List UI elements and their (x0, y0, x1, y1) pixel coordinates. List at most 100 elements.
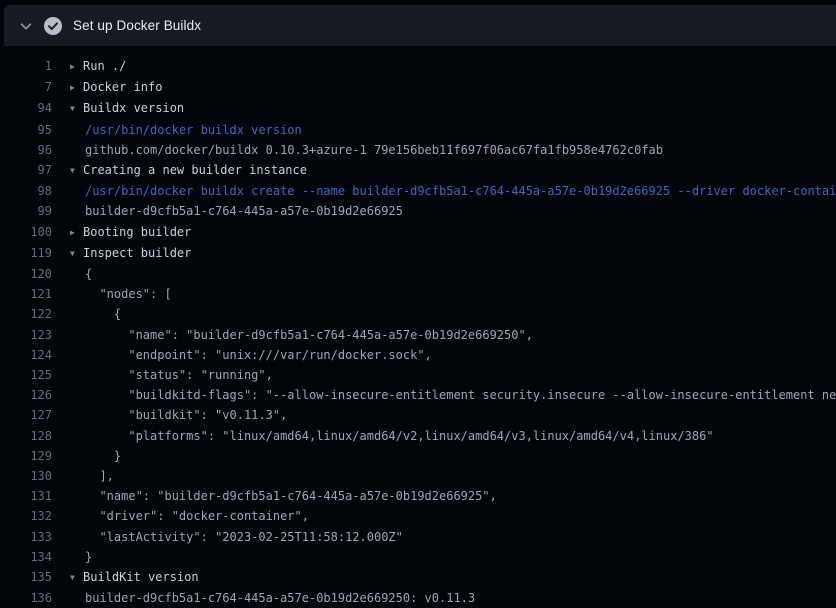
log-line-text: ▶Docker info (70, 77, 162, 98)
line-number[interactable]: 124 (0, 345, 52, 365)
line-number[interactable]: 7 (0, 77, 52, 98)
line-number[interactable]: 1 (0, 56, 52, 77)
group-collapsed-arrow-icon[interactable]: ▶ (70, 57, 83, 77)
log-line[interactable]: 1 ▶Run ./ (0, 56, 836, 77)
log-line: 133 "lastActivity": "2023-02-25T11:58:12… (0, 527, 836, 547)
log-line[interactable]: 119 ▼Inspect builder (0, 243, 836, 264)
line-number[interactable]: 119 (0, 243, 52, 264)
log-line: 124 "endpoint": "unix:///var/run/docker.… (0, 345, 836, 365)
line-number[interactable]: 136 (0, 588, 52, 608)
log-line: 128 "platforms": "linux/amd64,linux/amd6… (0, 426, 836, 446)
log-line: 127 "buildkit": "v0.11.3", (0, 405, 836, 425)
log-lines: 1 ▶Run ./ 7 ▶Docker info 94 ▼Buildx vers… (0, 56, 836, 608)
log-line-text: builder-d9cfb5a1-c764-445a-a57e-0b19d2e6… (70, 201, 403, 221)
log-line-text: "endpoint": "unix:///var/run/docker.sock… (70, 345, 432, 365)
log-group-title: Docker info (83, 80, 162, 94)
log-line-text: } (70, 547, 92, 567)
log-line: 120 { (0, 264, 836, 284)
log-line-text: { (70, 304, 121, 324)
log-line[interactable]: 135 ▼BuildKit version (0, 567, 836, 588)
line-number[interactable]: 133 (0, 527, 52, 547)
log-line: 130 ], (0, 466, 836, 486)
log-line-text: "platforms": "linux/amd64,linux/amd64/v2… (70, 426, 714, 446)
log-line[interactable]: 94 ▼Buildx version (0, 98, 836, 119)
line-number[interactable]: 131 (0, 486, 52, 506)
line-number[interactable]: 130 (0, 466, 52, 486)
line-number[interactable]: 135 (0, 567, 52, 588)
group-collapsed-arrow-icon[interactable]: ▶ (70, 223, 83, 243)
log-line: 129 } (0, 446, 836, 466)
log-line-text: ▼Buildx version (70, 98, 184, 119)
log-line: 132 "driver": "docker-container", (0, 506, 836, 526)
line-number[interactable]: 134 (0, 547, 52, 567)
log-line: 126 "buildkitd-flags": "--allow-insecure… (0, 385, 836, 405)
log-line-text: "buildkitd-flags": "--allow-insecure-ent… (70, 385, 836, 405)
log-line: 121 "nodes": [ (0, 284, 836, 304)
line-number[interactable]: 122 (0, 304, 52, 324)
log-line: 99 builder-d9cfb5a1-c764-445a-a57e-0b19d… (0, 201, 836, 221)
group-expanded-arrow-icon[interactable]: ▼ (70, 568, 83, 588)
line-number[interactable]: 97 (0, 160, 52, 181)
log-line-text: } (70, 446, 121, 466)
log-line-text: ▼Creating a new builder instance (70, 160, 307, 181)
log-line-text: ], (70, 466, 114, 486)
group-expanded-arrow-icon[interactable]: ▼ (70, 244, 83, 264)
log-group-title: Creating a new builder instance (83, 163, 307, 177)
log-line-text: "name": "builder-d9cfb5a1-c764-445a-a57e… (70, 486, 497, 506)
log-line: 131 "name": "builder-d9cfb5a1-c764-445a-… (0, 486, 836, 506)
log-line: 98 /usr/bin/docker buildx create --name … (0, 181, 836, 201)
log-line: 122 { (0, 304, 836, 324)
step-header[interactable]: Set up Docker Buildx (4, 5, 836, 46)
group-expanded-arrow-icon[interactable]: ▼ (70, 161, 83, 181)
log-line-text: "name": "builder-d9cfb5a1-c764-445a-a57e… (70, 325, 533, 345)
log-line-text: github.com/docker/buildx 0.10.3+azure-1 … (70, 140, 663, 160)
log-group-title: Buildx version (83, 101, 184, 115)
log-line-text: ▶Run ./ (70, 56, 126, 77)
log-line-text: ▼BuildKit version (70, 567, 199, 588)
log-line: 95 /usr/bin/docker buildx version (0, 120, 836, 140)
line-number[interactable]: 125 (0, 365, 52, 385)
log-line: 125 "status": "running", (0, 365, 836, 385)
line-number[interactable]: 94 (0, 98, 52, 119)
log-line-text: builder-d9cfb5a1-c764-445a-a57e-0b19d2e6… (70, 588, 475, 608)
log-line[interactable]: 97 ▼Creating a new builder instance (0, 160, 836, 181)
log-group-title: Run ./ (83, 59, 126, 73)
line-number[interactable]: 129 (0, 446, 52, 466)
line-number[interactable]: 98 (0, 181, 52, 201)
log-group-title: BuildKit version (83, 570, 199, 584)
log-line: 123 "name": "builder-d9cfb5a1-c764-445a-… (0, 325, 836, 345)
log-line-text: { (70, 264, 92, 284)
check-circle-icon (44, 17, 62, 35)
group-expanded-arrow-icon[interactable]: ▼ (70, 99, 83, 119)
line-number[interactable]: 96 (0, 140, 52, 160)
log-line-text: "buildkit": "v0.11.3", (70, 405, 287, 425)
log-group-title: Inspect builder (83, 246, 191, 260)
chevron-down-icon[interactable] (18, 18, 34, 34)
line-number[interactable]: 100 (0, 222, 52, 243)
log-line-text: "status": "running", (70, 365, 273, 385)
log-line-text: /usr/bin/docker buildx create --name bui… (70, 181, 836, 201)
line-number[interactable]: 132 (0, 506, 52, 526)
log-line-text: ▼Inspect builder (70, 243, 191, 264)
log-line-text: "nodes": [ (70, 284, 172, 304)
log-line[interactable]: 7 ▶Docker info (0, 77, 836, 98)
log-line: 136 builder-d9cfb5a1-c764-445a-a57e-0b19… (0, 588, 836, 608)
group-collapsed-arrow-icon[interactable]: ▶ (70, 78, 83, 98)
line-number[interactable]: 121 (0, 284, 52, 304)
line-number[interactable]: 127 (0, 405, 52, 425)
log-line: 134 } (0, 547, 836, 567)
line-number[interactable]: 126 (0, 385, 52, 405)
line-number[interactable]: 120 (0, 264, 52, 284)
line-number[interactable]: 123 (0, 325, 52, 345)
line-number[interactable]: 99 (0, 201, 52, 221)
line-number[interactable]: 95 (0, 120, 52, 140)
log-line-text: "lastActivity": "2023-02-25T11:58:12.000… (70, 527, 403, 547)
log-line-text: "driver": "docker-container", (70, 506, 309, 526)
log-line[interactable]: 100 ▶Booting builder (0, 222, 836, 243)
log-line: 96 github.com/docker/buildx 0.10.3+azure… (0, 140, 836, 160)
line-number[interactable]: 128 (0, 426, 52, 446)
step-title: Set up Docker Buildx (73, 18, 201, 33)
log-group-title: Booting builder (83, 225, 191, 239)
log-line-text: ▶Booting builder (70, 222, 191, 243)
log-line-text: /usr/bin/docker buildx version (70, 120, 302, 140)
